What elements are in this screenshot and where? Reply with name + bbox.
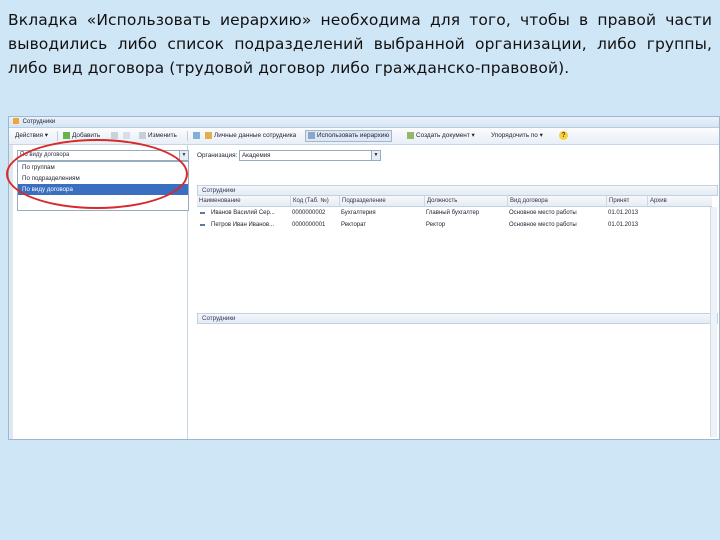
actions-menu[interactable]: Действия ▾ xyxy=(13,131,50,141)
column-header-archive[interactable]: Архив xyxy=(647,196,680,206)
chevron-down-icon[interactable]: ▼ xyxy=(179,151,188,160)
edit-button[interactable]: Изменить xyxy=(137,131,179,141)
refresh-icon xyxy=(193,131,200,139)
add-button[interactable]: Добавить xyxy=(61,131,102,141)
copy-icon xyxy=(111,131,118,139)
delete-button[interactable] xyxy=(121,131,134,141)
cell-department: Бухгалтерия xyxy=(341,210,376,216)
chevron-down-icon[interactable]: ▼ xyxy=(371,151,380,160)
edit-button-label: Изменить xyxy=(148,132,177,139)
table-row[interactable]: Петров Иван Иванов... 0000000001 Ректора… xyxy=(197,220,712,230)
group-header-top: Сотрудники xyxy=(197,185,718,196)
hierarchy-combo-value: По виду договора xyxy=(20,152,70,158)
column-header-hired[interactable]: Принят xyxy=(606,196,647,206)
toolbar-separator xyxy=(57,131,58,141)
cell-hired: 01.01.2013 xyxy=(608,222,639,228)
cell-contract: Основное место работы xyxy=(509,210,577,216)
personal-data-label: Личные данные сотрудника xyxy=(214,132,297,139)
employee-icon xyxy=(200,224,205,226)
use-hierarchy-button[interactable]: Использовать иерархию xyxy=(305,130,393,142)
help-icon[interactable]: ? xyxy=(559,131,568,140)
column-header-department[interactable]: Подразделение xyxy=(339,196,424,206)
cell-position: Ректор xyxy=(426,222,446,228)
employees-list-pane: Организация: Академия ▼ Сотрудники Наиме… xyxy=(189,145,719,439)
cell-code: 0000000001 xyxy=(292,222,326,228)
organization-value: Академия xyxy=(242,152,271,159)
slide-caption: Вкладка «Использовать иерархию» необходи… xyxy=(8,11,712,77)
personal-data-button[interactable]: Личные данные сотрудника xyxy=(203,131,298,141)
window-title: Сотрудники xyxy=(22,119,56,125)
hierarchy-combo[interactable]: По виду договора ▼ xyxy=(17,150,189,161)
vertical-scrollbar[interactable] xyxy=(710,207,717,437)
column-header-name[interactable]: Наименование xyxy=(197,196,289,206)
edit-icon xyxy=(139,131,146,139)
hierarchy-option-groups[interactable]: По группам xyxy=(18,162,188,173)
window-titlebar: Сотрудники xyxy=(9,117,719,128)
employee-icon xyxy=(200,212,205,214)
hierarchy-dropdown-list: По группам По подразделениям По виду дог… xyxy=(17,161,189,211)
employees-window: Сотрудники Действия ▾ Добавить Изменить … xyxy=(8,116,720,440)
cell-name: Иванов Василий Сер... xyxy=(211,210,275,216)
organization-combo[interactable]: Академия ▼ xyxy=(239,150,381,161)
toolbar: Действия ▾ Добавить Изменить Личные данн… xyxy=(9,128,719,145)
group-header-bottom: Сотрудники xyxy=(197,313,718,324)
cell-position: Главный бухгалтер xyxy=(426,210,480,216)
hierarchy-icon xyxy=(308,131,315,139)
cell-name: Петров Иван Иванов... xyxy=(211,222,275,228)
person-icon xyxy=(205,131,212,139)
cell-code: 0000000002 xyxy=(292,210,326,216)
sort-button[interactable]: Упорядочить по ▾ xyxy=(489,131,545,141)
delete-icon xyxy=(123,131,130,139)
hierarchy-option-departments[interactable]: По подразделениям xyxy=(18,173,188,184)
hierarchy-pane: По виду договора ▼ По группам По подразд… xyxy=(9,145,189,439)
table-header: Наименование Код (Таб. №) Подразделение … xyxy=(197,196,712,207)
organization-label: Организация: xyxy=(197,152,238,159)
create-document-label: Создать документ ▾ xyxy=(416,132,475,139)
toolbar-separator xyxy=(187,131,188,141)
use-hierarchy-label: Использовать иерархию xyxy=(317,132,390,139)
window-left-edge xyxy=(9,145,13,439)
hierarchy-option-contract-type[interactable]: По виду договора xyxy=(18,184,188,195)
create-document-button[interactable]: Создать документ ▾ xyxy=(405,131,477,141)
cell-department: Ректорат xyxy=(341,222,367,228)
column-header-position[interactable]: Должность xyxy=(424,196,507,206)
document-icon xyxy=(407,131,414,139)
column-header-contract[interactable]: Вид договора xyxy=(507,196,606,206)
add-button-label: Добавить xyxy=(72,132,101,139)
column-header-code[interactable]: Код (Таб. №) xyxy=(290,196,339,206)
cell-hired: 01.01.2013 xyxy=(608,210,639,216)
window-icon xyxy=(13,118,19,125)
table-row[interactable]: Иванов Василий Сер... 0000000002 Бухгалт… xyxy=(197,208,712,218)
cell-contract: Основное место работы xyxy=(509,222,577,228)
add-icon xyxy=(63,131,70,139)
